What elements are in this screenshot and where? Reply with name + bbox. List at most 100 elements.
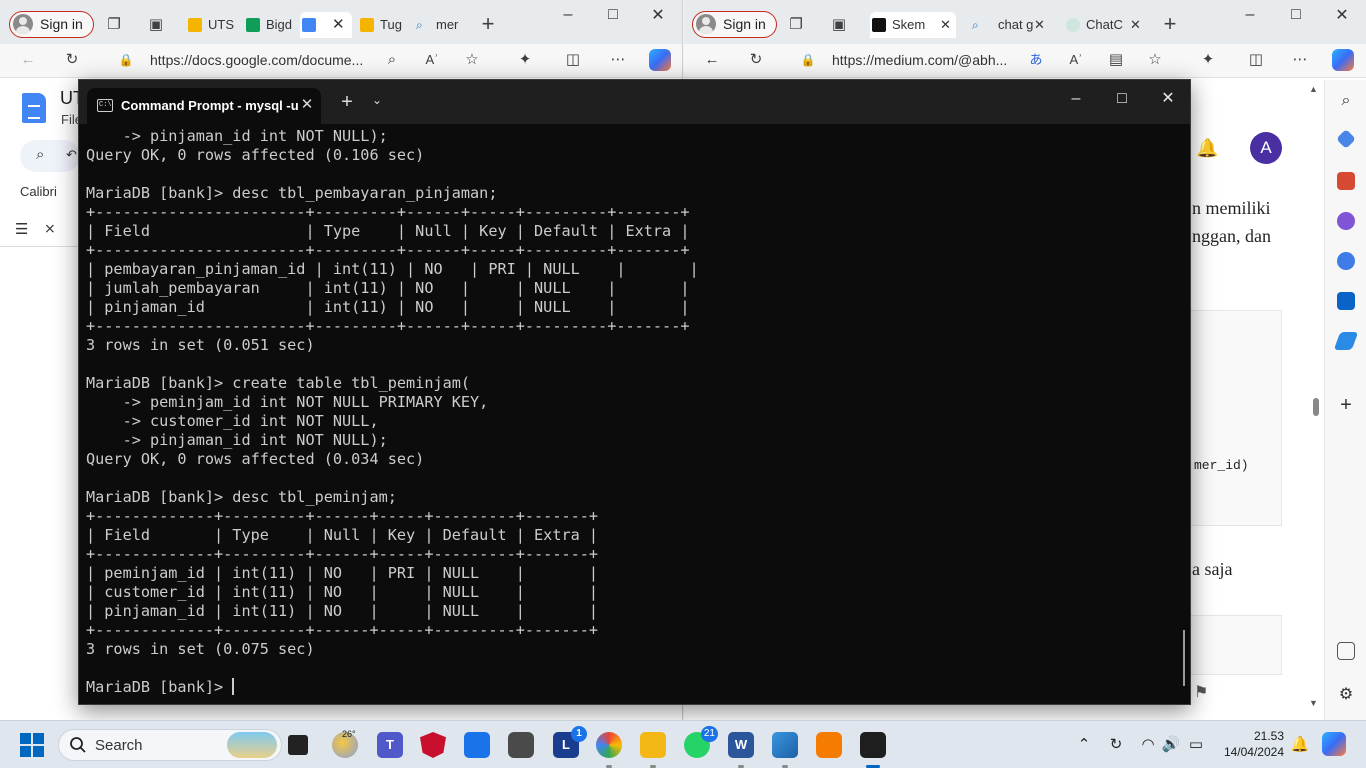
word-icon[interactable]: W (728, 732, 754, 758)
sync-icon[interactable]: ↻ (1106, 735, 1126, 755)
left-tab-1[interactable]: UTS (186, 12, 238, 38)
refresh-icon[interactable]: ↻ (746, 50, 766, 70)
refresh-icon[interactable]: ↻ (62, 50, 82, 70)
close-icon[interactable]: ✕ (1153, 88, 1183, 112)
shopping-tag-icon[interactable] (1336, 129, 1356, 149)
notifications-bell-icon[interactable]: 🔔 (1290, 735, 1310, 755)
user-avatar[interactable]: A (1250, 132, 1282, 164)
new-tab-icon[interactable]: + (478, 13, 498, 35)
split-screen-icon[interactable]: ◫ (1246, 50, 1266, 70)
right-tab-1-active[interactable]: Skem ✕ (870, 12, 956, 38)
lens-app-icon[interactable]: L 1 (553, 726, 587, 758)
back-icon[interactable]: ← (702, 50, 722, 70)
left-tab-3-active[interactable]: ✕ (300, 12, 352, 38)
back-icon[interactable]: ← (18, 50, 38, 70)
minimize-icon[interactable]: – (558, 6, 578, 24)
start-windows-icon[interactable] (20, 733, 44, 757)
outlook-icon[interactable] (1337, 292, 1355, 310)
more-options-icon[interactable]: ⋯ (608, 50, 628, 70)
screenshot-icon[interactable] (1337, 642, 1355, 660)
notifications-bell-icon[interactable]: 🔔 (1196, 138, 1218, 159)
extensions-icon[interactable]: ✦ (1198, 50, 1218, 70)
read-aloud-icon[interactable]: Aʾ (422, 50, 442, 70)
tab-close-icon[interactable]: ✕ (1130, 12, 1141, 38)
google-docs-logo-icon[interactable] (22, 93, 46, 123)
new-tab-icon[interactable]: + (337, 92, 357, 112)
workspaces-icon[interactable]: ❐ (104, 15, 124, 35)
scroll-thumb[interactable] (1313, 398, 1319, 416)
copilot-tray-icon[interactable] (1322, 732, 1346, 756)
tab-close-icon[interactable]: ✕ (940, 12, 951, 38)
scroll-down-icon[interactable]: ▼ (1309, 698, 1318, 708)
terminal-scrollbar[interactable] (1183, 630, 1185, 686)
edge-browser-icon[interactable] (772, 732, 798, 758)
left-tab-2[interactable]: Bigd (244, 12, 298, 38)
tab-close-icon[interactable]: ✕ (332, 12, 345, 38)
more-options-icon[interactable]: ⋯ (1290, 50, 1310, 70)
close-icon[interactable]: ✕ (648, 5, 668, 25)
favorite-star-icon[interactable]: ☆ (462, 50, 482, 70)
add-sidebar-app-icon[interactable]: + (1337, 395, 1355, 415)
settings-gear-icon[interactable]: ⚙ (1337, 686, 1355, 704)
tab-close-icon[interactable]: ✕ (299, 95, 315, 113)
extensions-icon[interactable]: ✦ (515, 50, 535, 70)
read-aloud-icon[interactable]: Aʾ (1066, 50, 1086, 70)
new-tab-icon[interactable]: + (1160, 13, 1180, 35)
left-signin-button[interactable]: Sign in (9, 11, 94, 38)
tab-actions-icon[interactable]: ▣ (829, 15, 849, 35)
terminal-app-icon[interactable] (860, 732, 886, 758)
camera-icon[interactable] (508, 732, 534, 758)
chevron-down-icon[interactable]: ⌄ (367, 93, 387, 107)
chevron-up-icon[interactable]: ⌃ (1074, 735, 1094, 755)
translate-icon[interactable]: あ (1026, 50, 1046, 70)
send-icon[interactable] (1333, 332, 1359, 350)
outline-icon[interactable]: ☰ (15, 220, 28, 238)
terminal-prompt-line[interactable]: MariaDB [bank]> (86, 678, 1190, 697)
xampp-icon[interactable] (816, 732, 842, 758)
close-icon[interactable]: ✕ (1332, 5, 1352, 25)
immersive-reader-icon[interactable]: ▤ (1106, 50, 1126, 70)
terminal-output[interactable]: -> pinjaman_id int NOT NULL); Query OK, 0… (86, 127, 1190, 704)
split-screen-icon[interactable]: ◫ (563, 50, 583, 70)
maximize-icon[interactable]: □ (603, 6, 623, 24)
undo-icon[interactable]: ↶ (66, 147, 77, 163)
maximize-icon[interactable]: □ (1286, 6, 1306, 24)
maximize-icon[interactable]: □ (1107, 88, 1137, 112)
zoom-icon[interactable]: ⌕ (382, 50, 402, 70)
scroll-up-icon[interactable]: ▲ (1309, 84, 1318, 94)
workspaces-icon[interactable]: ❐ (786, 15, 806, 35)
right-tab-3[interactable]: ChatC ✕ (1064, 12, 1146, 38)
microsoft-store-icon[interactable] (464, 732, 490, 758)
file-explorer-folder-icon[interactable] (640, 732, 666, 758)
minimize-icon[interactable]: – (1061, 88, 1091, 112)
favorite-star-icon[interactable]: ☆ (1145, 50, 1165, 70)
teams-icon[interactable]: T (377, 732, 403, 758)
system-clock[interactable]: 21.53 14/04/2024 (1220, 728, 1284, 760)
whatsapp-icon[interactable]: 21 (684, 726, 718, 758)
terminal-tab[interactable]: C:\ Command Prompt - mysql -u ✕ (87, 88, 321, 124)
right-url-bar[interactable]: https://medium.com/@abh... (832, 48, 1016, 72)
right-tab-2[interactable]: ⌕ chat g ✕ (970, 12, 1048, 38)
search-icon[interactable]: ⌕ (1337, 92, 1355, 110)
mcafee-shield-icon[interactable] (420, 732, 446, 758)
task-view-icon[interactable] (288, 735, 308, 755)
games-icon[interactable] (1337, 212, 1355, 230)
font-selector[interactable]: Calibri (20, 184, 57, 199)
tab-close-icon[interactable]: ✕ (1034, 12, 1045, 38)
left-url-bar[interactable]: https://docs.google.com/docume... (150, 48, 370, 72)
tools-briefcase-icon[interactable] (1337, 172, 1355, 190)
volume-icon[interactable]: 🔊 (1161, 735, 1181, 755)
chrome-icon[interactable] (596, 732, 622, 758)
taskbar-search-box[interactable]: Search (58, 729, 282, 761)
doc-search-box[interactable]: ⌕ ↶ (20, 140, 80, 172)
copilot-sidebar-icon[interactable] (1337, 252, 1355, 270)
clear-formatting-icon[interactable]: ⨯ (44, 220, 56, 237)
wifi-icon[interactable]: ◠ (1138, 735, 1158, 755)
right-signin-button[interactable]: Sign in (692, 11, 777, 38)
page-scrollbar[interactable] (1308, 80, 1320, 710)
left-tab-5[interactable]: ⌕ mer (414, 12, 466, 38)
battery-icon[interactable]: ▭ (1186, 735, 1206, 755)
copilot-icon[interactable] (649, 49, 671, 71)
left-tab-4[interactable]: Tug (358, 12, 408, 38)
minimize-icon[interactable]: – (1240, 6, 1260, 24)
